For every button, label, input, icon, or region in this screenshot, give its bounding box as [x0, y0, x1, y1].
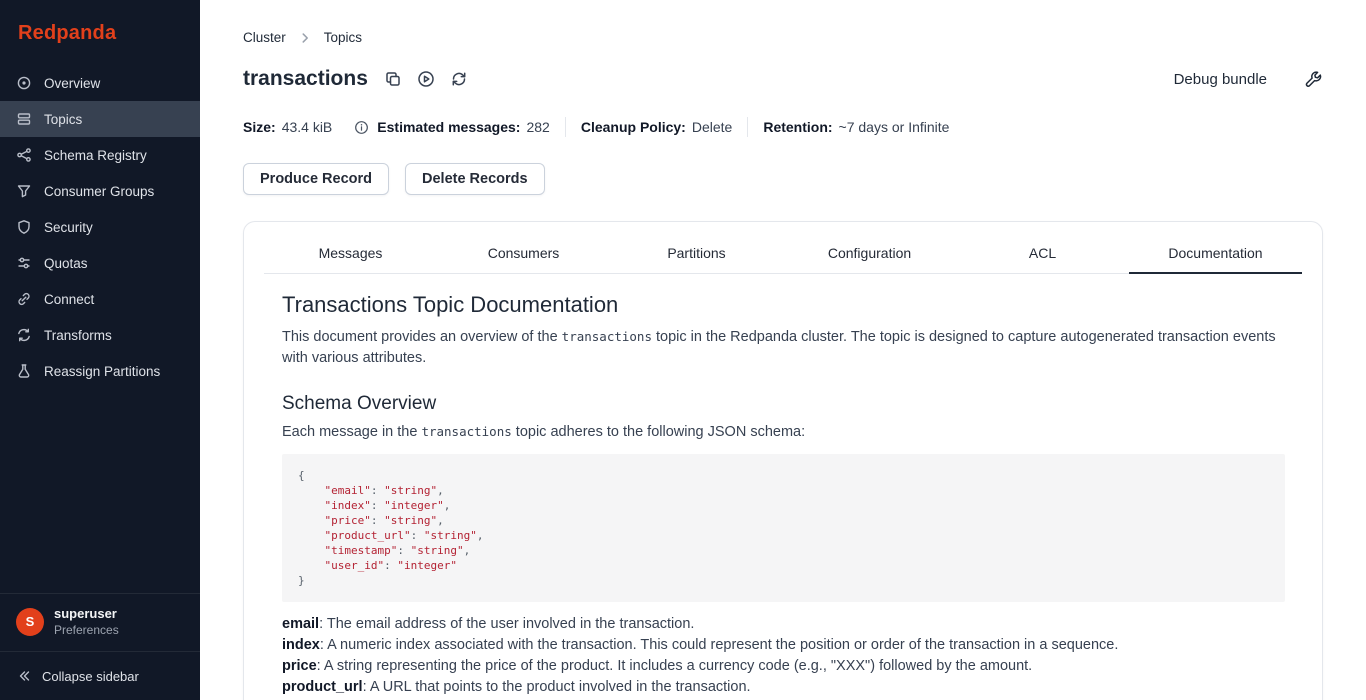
sidebar-item-label: Transforms: [44, 328, 112, 343]
code-line: "price": "string",: [298, 513, 1269, 528]
page-title: transactions: [243, 67, 368, 91]
sidebar-item-consumer-groups[interactable]: Consumer Groups: [0, 173, 200, 209]
inline-code: transactions: [421, 424, 511, 439]
collapse-sidebar-label: Collapse sidebar: [42, 669, 139, 684]
connect-icon: [16, 291, 32, 307]
sidebar-item-label: Topics: [44, 112, 82, 127]
collapse-icon: [16, 668, 32, 684]
overview-icon: [16, 75, 32, 91]
code-line: }: [298, 573, 1269, 588]
sidebar-item-label: Quotas: [44, 256, 88, 271]
tab-configuration[interactable]: Configuration: [783, 232, 956, 274]
topic-stats: Size: 43.4 kiB Estimated messages: 282 C…: [243, 117, 1323, 137]
sidebar-item-label: Overview: [44, 76, 100, 91]
schema-intro: Each message in the transactions topic a…: [282, 421, 1285, 443]
topic-card: Messages Consumers Partitions Configurat…: [243, 221, 1323, 700]
code-line: "product_url": "string",: [298, 528, 1269, 543]
field-index: index: A numeric index associated with t…: [282, 635, 1285, 656]
avatar: S: [16, 608, 44, 636]
chevron-right-icon: [298, 31, 312, 45]
schema-overview-heading: Schema Overview: [282, 393, 1285, 415]
doc-intro: This document provides an overview of th…: [282, 326, 1285, 369]
sidebar-nav: Overview Topics Schema Registry Consumer…: [0, 65, 200, 389]
user-section[interactable]: S superuser Preferences: [0, 593, 200, 651]
code-line: "index": "integer",: [298, 498, 1269, 513]
user-name: superuser: [54, 606, 119, 621]
sidebar-item-label: Schema Registry: [44, 148, 147, 163]
field-definitions: email: The email address of the user inv…: [282, 614, 1285, 700]
tab-consumers[interactable]: Consumers: [437, 232, 610, 274]
sidebar-item-label: Security: [44, 220, 93, 235]
info-icon[interactable]: [354, 120, 369, 135]
stat-size: Size: 43.4 kiB: [243, 119, 332, 135]
sidebar-item-connect[interactable]: Connect: [0, 281, 200, 317]
tab-partitions[interactable]: Partitions: [610, 232, 783, 274]
sidebar-item-label: Consumer Groups: [44, 184, 154, 199]
reassign-partitions-icon: [16, 363, 32, 379]
action-buttons: Produce Record Delete Records: [243, 163, 1323, 195]
transforms-icon: [16, 327, 32, 343]
sidebar: Redpanda Overview Topics Schema Registry…: [0, 0, 200, 700]
refresh-icon[interactable]: [450, 70, 468, 88]
code-line: "user_id": "integer": [298, 558, 1269, 573]
breadcrumb-cluster[interactable]: Cluster: [243, 30, 286, 45]
sidebar-item-label: Reassign Partitions: [44, 364, 160, 379]
breadcrumb-topics[interactable]: Topics: [324, 30, 362, 45]
sidebar-item-transforms[interactable]: Transforms: [0, 317, 200, 353]
divider: [747, 117, 748, 137]
documentation-panel: Transactions Topic Documentation This do…: [244, 274, 1322, 700]
tab-acl[interactable]: ACL: [956, 232, 1129, 274]
copy-icon[interactable]: [384, 70, 402, 88]
sidebar-item-reassign-partitions[interactable]: Reassign Partitions: [0, 353, 200, 389]
field-price: price: A string representing the price o…: [282, 656, 1285, 677]
stat-estimated-messages: Estimated messages: 282: [354, 119, 550, 135]
redpanda-logo: Redpanda: [0, 0, 200, 65]
divider: [565, 117, 566, 137]
collapse-sidebar-button[interactable]: Collapse sidebar: [0, 651, 200, 700]
sidebar-item-overview[interactable]: Overview: [0, 65, 200, 101]
tab-messages[interactable]: Messages: [264, 232, 437, 274]
field-product-url: product_url: A URL that points to the pr…: [282, 677, 1285, 698]
tab-documentation[interactable]: Documentation: [1129, 232, 1302, 274]
sidebar-spacer: [0, 389, 200, 593]
field-email: email: The email address of the user inv…: [282, 614, 1285, 635]
sidebar-item-schema-registry[interactable]: Schema Registry: [0, 137, 200, 173]
sidebar-item-security[interactable]: Security: [0, 209, 200, 245]
inline-code: transactions: [562, 329, 652, 344]
produce-record-button[interactable]: Produce Record: [243, 163, 389, 195]
wrench-icon[interactable]: [1303, 69, 1323, 89]
security-icon: [16, 219, 32, 235]
sidebar-item-label: Connect: [44, 292, 94, 307]
breadcrumb: Cluster Topics: [243, 0, 1323, 45]
doc-title: Transactions Topic Documentation: [282, 292, 1285, 318]
code-line: "email": "string",: [298, 483, 1269, 498]
code-line: "timestamp": "string",: [298, 543, 1269, 558]
consumer-groups-icon: [16, 183, 32, 199]
stat-cleanup-policy: Cleanup Policy: Delete: [581, 119, 733, 135]
quotas-icon: [16, 255, 32, 271]
stat-retention: Retention: ~7 days or Infinite: [763, 119, 949, 135]
topics-icon: [16, 111, 32, 127]
sidebar-item-quotas[interactable]: Quotas: [0, 245, 200, 281]
debug-bundle-button[interactable]: Debug bundle: [1174, 71, 1267, 88]
main-content: Cluster Topics transactions Debug bundle…: [200, 0, 1366, 700]
code-line: {: [298, 468, 1269, 483]
play-icon[interactable]: [417, 70, 435, 88]
schema-registry-icon: [16, 147, 32, 163]
sidebar-item-topics[interactable]: Topics: [0, 101, 200, 137]
title-row: transactions Debug bundle: [243, 67, 1323, 91]
delete-records-button[interactable]: Delete Records: [405, 163, 545, 195]
tab-bar: Messages Consumers Partitions Configurat…: [264, 232, 1302, 274]
user-preferences-link[interactable]: Preferences: [54, 623, 119, 637]
json-schema-code-block: { "email": "string", "index": "integer",…: [282, 454, 1285, 602]
